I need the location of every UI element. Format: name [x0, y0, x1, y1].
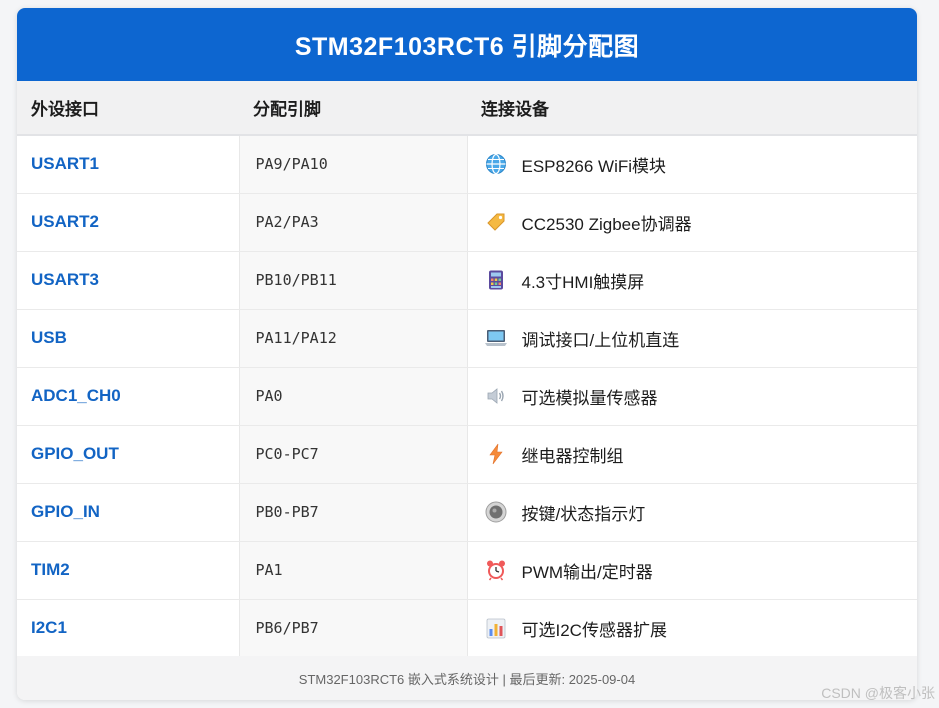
lightning-icon	[484, 442, 508, 466]
pins-cell: PA2/PA3	[238, 193, 468, 252]
device-label: 按键/状态指示灯	[521, 504, 646, 524]
device-cell: CC2530 Zigbee协调器	[467, 193, 917, 252]
table-row: USART3 PB10/PB11 4.3寸HMI触摸屏	[17, 251, 917, 310]
pins-cell: PA9/PA10	[238, 135, 468, 194]
alarm-clock-icon	[484, 558, 508, 582]
device-label: ESP8266 WiFi模块	[521, 156, 667, 176]
pins-cell: PA1	[238, 541, 468, 600]
watermark: CSDN @极客小张	[821, 685, 935, 701]
header-device: 连接设备	[467, 81, 917, 136]
device-label: 4.3寸HMI触摸屏	[521, 272, 645, 292]
device-label: 调试接口/上位机直连	[521, 330, 680, 350]
tag-icon	[484, 210, 508, 234]
device-cell: 可选模拟量传感器	[467, 367, 917, 426]
interface-cell: USART1	[17, 135, 239, 194]
page-title: STM32F103RCT6 引脚分配图	[294, 32, 640, 61]
table-row: USB PA11/PA12 调试接口/上位机直连	[17, 309, 917, 368]
interface-cell: I2C1	[31, 618, 67, 638]
device-cell: 按键/状态指示灯	[467, 483, 917, 542]
device-cell: 可选I2C传感器扩展	[467, 599, 917, 657]
device-label: 可选模拟量传感器	[521, 388, 658, 408]
device-label: CC2530 Zigbee协调器	[521, 214, 692, 234]
laptop-icon	[484, 326, 508, 350]
table-row: USART1 PA9/PA10 ESP8266 WiFi模块	[17, 135, 917, 194]
speaker-icon	[484, 384, 508, 408]
table-row: ADC1_CH0 PA0 可选模拟量传感器	[17, 367, 917, 426]
pin-table: 外设接口 分配引脚 连接设备 USART1 PA9/PA10 ESP8266 W…	[17, 81, 917, 657]
device-cell: PWM输出/定时器	[467, 541, 917, 600]
device-label: PWM输出/定时器	[521, 562, 653, 582]
pins-cell: PA11/PA12	[238, 309, 468, 368]
pins-cell: PB6/PB7	[238, 599, 468, 657]
interface-cell: ADC1_CH0	[17, 367, 239, 426]
interface-cell: GPIO_OUT	[17, 425, 239, 484]
footer-text: STM32F103RCT6 嵌入式系统设计 | 最后更新: 2025-09-04	[298, 671, 636, 687]
bar-chart-icon	[484, 616, 508, 640]
interface-cell: GPIO_IN	[17, 483, 239, 542]
table-row: TIM2 PA1 PWM输出/定时器	[17, 541, 917, 600]
title-bar: STM32F103RCT6 引脚分配图	[17, 8, 917, 81]
pins-cell: PB0-PB7	[238, 483, 468, 542]
table-header-row: 外设接口 分配引脚 连接设备	[17, 81, 917, 136]
pins-cell: PA0	[238, 367, 468, 426]
table-row: USART2 PA2/PA3 CC2530 Zigbee协调器	[17, 193, 917, 252]
header-interface: 外设接口	[17, 81, 239, 136]
device-cell: ESP8266 WiFi模块	[467, 135, 917, 194]
header-pins: 分配引脚	[239, 81, 467, 136]
device-cell: 继电器控制组	[467, 425, 917, 484]
device-cell: 4.3寸HMI触摸屏	[467, 251, 917, 310]
device-label: 可选I2C传感器扩展	[521, 620, 667, 640]
pins-cell: PC0-PC7	[238, 425, 468, 484]
device-cell: 调试接口/上位机直连	[467, 309, 917, 368]
interface-cell: USB	[17, 309, 239, 368]
table-row: GPIO_OUT PC0-PC7 继电器控制组	[17, 425, 917, 484]
interface-cell: USART3	[17, 251, 239, 310]
interface-cell: USART2	[17, 193, 239, 252]
page-footer: STM32F103RCT6 嵌入式系统设计 | 最后更新: 2025-09-04	[17, 656, 917, 700]
calculator-icon	[484, 268, 508, 292]
radio-button-icon	[484, 500, 508, 524]
pin-assignment-card: STM32F103RCT6 引脚分配图 外设接口 分配引脚 连接设备 USART…	[17, 8, 917, 700]
pins-cell: PB10/PB11	[238, 251, 468, 310]
globe-icon	[484, 152, 508, 176]
device-label: 继电器控制组	[521, 446, 624, 466]
table-row: GPIO_IN PB0-PB7 按键/状态指示灯	[17, 483, 917, 542]
table-row: I2C1 PB6/PB7 可选I2C传感器扩展	[17, 599, 917, 657]
interface-cell: TIM2	[17, 541, 239, 600]
